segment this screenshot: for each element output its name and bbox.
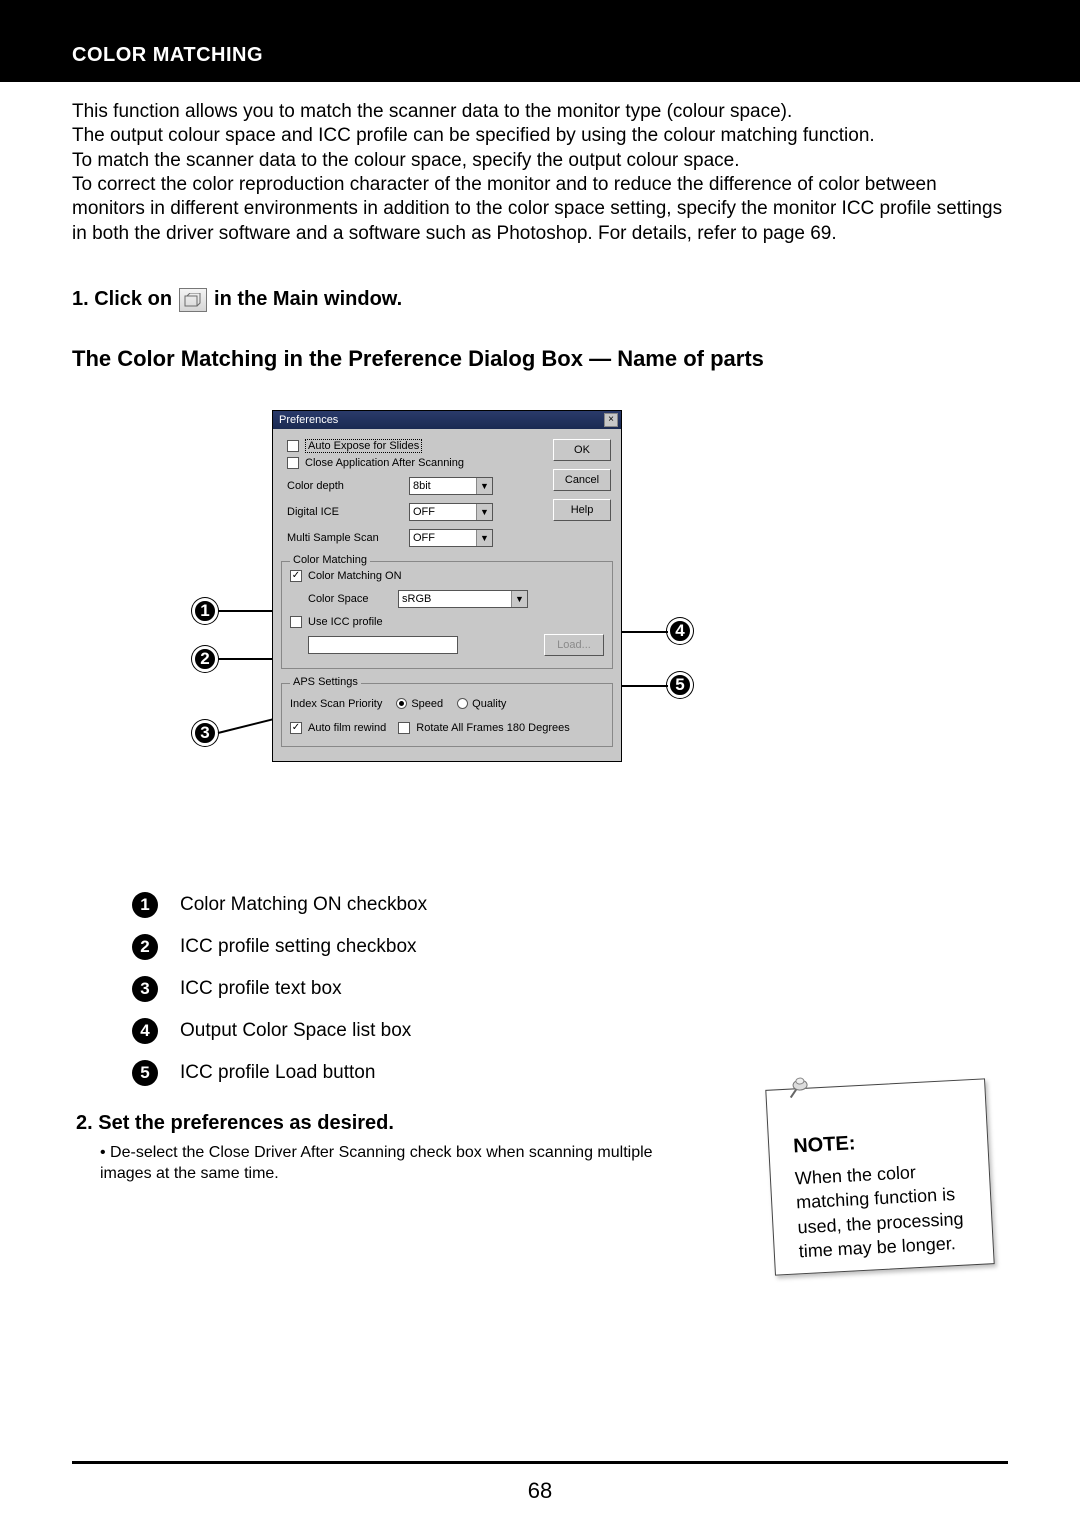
legend-text: ICC profile Load button	[180, 1062, 375, 1084]
footer-rule	[72, 1461, 1008, 1464]
color-matching-group: Color Matching ✓ Color Matching ON Color…	[281, 561, 613, 669]
legend-number: 3	[132, 976, 158, 1002]
intro-p1: This function allows you to match the sc…	[72, 100, 1010, 124]
callout-marker-1: 1	[192, 598, 218, 624]
legend-text: ICC profile text box	[180, 978, 342, 1000]
step-1: 1. Click on in the Main window.	[72, 288, 1010, 312]
quality-radio[interactable]	[457, 698, 468, 709]
chevron-down-icon: ▼	[476, 504, 492, 520]
icc-profile-textbox[interactable]	[308, 636, 458, 654]
color-space-label: Color Space	[308, 593, 388, 605]
rotate-label: Rotate All Frames 180 Degrees	[416, 722, 569, 734]
dialog-figure: 1 2 3 4 5 Preferences × OK Cancel Help	[212, 410, 692, 850]
use-icc-label: Use ICC profile	[308, 616, 383, 628]
preferences-dialog: Preferences × OK Cancel Help Auto Expose…	[272, 410, 622, 762]
intro-p3: To match the scanner data to the colour …	[72, 149, 1010, 173]
legend-item: 4 Output Color Space list box	[132, 1018, 1010, 1044]
note-title: NOTE:	[793, 1124, 968, 1160]
digital-ice-label: Digital ICE	[287, 506, 399, 518]
dialog-titlebar: Preferences ×	[273, 411, 621, 429]
color-matching-on-label: Color Matching ON	[308, 570, 402, 582]
help-button[interactable]: Help	[553, 499, 611, 521]
chevron-down-icon: ▼	[476, 478, 492, 494]
callout-marker-3: 3	[192, 720, 218, 746]
color-depth-label: Color depth	[287, 480, 399, 492]
digital-ice-value: OFF	[413, 506, 435, 518]
close-after-checkbox[interactable]	[287, 457, 299, 469]
callout-marker-4: 4	[667, 618, 693, 644]
legend-item: 5 ICC profile Load button	[132, 1060, 1010, 1086]
preferences-icon	[179, 288, 207, 312]
callout-marker-2: 2	[192, 646, 218, 672]
multi-sample-label: Multi Sample Scan	[287, 532, 399, 544]
color-space-value: sRGB	[402, 593, 431, 605]
header-band: COLOR MATCHING	[0, 0, 1080, 82]
callout-legend: 1 Color Matching ON checkbox 2 ICC profi…	[132, 892, 1010, 1086]
digital-ice-select[interactable]: OFF ▼	[409, 503, 493, 521]
intro-p4: To correct the color reproduction charac…	[72, 173, 1010, 246]
page-number: 68	[0, 1478, 1080, 1504]
step1-suffix: in the Main window.	[214, 288, 402, 311]
multi-sample-select[interactable]: OFF ▼	[409, 529, 493, 547]
chevron-down-icon: ▼	[511, 591, 527, 607]
auto-rewind-checkbox[interactable]: ✓	[290, 722, 302, 734]
auto-rewind-label: Auto film rewind	[308, 722, 386, 734]
multi-sample-value: OFF	[413, 532, 435, 544]
color-matching-on-checkbox[interactable]: ✓	[290, 570, 302, 582]
color-depth-select[interactable]: 8bit ▼	[409, 477, 493, 495]
close-after-label: Close Application After Scanning	[305, 457, 464, 469]
color-depth-value: 8bit	[413, 480, 431, 492]
auto-expose-label: Auto Expose for Slides	[305, 439, 422, 453]
legend-number: 2	[132, 934, 158, 960]
legend-text: Color Matching ON checkbox	[180, 894, 427, 916]
legend-text: ICC profile setting checkbox	[180, 936, 417, 958]
pushpin-icon	[788, 1074, 813, 1099]
index-priority-label: Index Scan Priority	[290, 698, 382, 710]
aps-settings-group: APS Settings Index Scan Priority Speed Q…	[281, 683, 613, 747]
legend-number: 5	[132, 1060, 158, 1086]
chevron-down-icon: ▼	[476, 530, 492, 546]
callout-marker-5: 5	[667, 672, 693, 698]
rotate-checkbox[interactable]	[398, 722, 410, 734]
step1-prefix: 1. Click on	[72, 288, 172, 311]
quality-label: Quality	[472, 698, 506, 710]
speed-label: Speed	[411, 698, 443, 710]
section-title: COLOR MATCHING	[72, 44, 263, 67]
note-body: When the color matching function is used…	[794, 1157, 973, 1263]
color-matching-legend: Color Matching	[290, 554, 370, 566]
page-content: This function allows you to match the sc…	[0, 82, 1080, 1184]
step2-bullet: De-select the Close Driver After Scannin…	[76, 1143, 656, 1185]
cancel-button[interactable]: Cancel	[553, 469, 611, 491]
note-card: NOTE: When the color matching function i…	[765, 1078, 994, 1275]
use-icc-checkbox[interactable]	[290, 616, 302, 628]
legend-item: 3 ICC profile text box	[132, 976, 1010, 1002]
auto-expose-checkbox[interactable]	[287, 440, 299, 452]
intro-text: This function allows you to match the sc…	[72, 100, 1010, 246]
legend-number: 1	[132, 892, 158, 918]
dialog-title: Preferences	[279, 414, 338, 426]
close-icon[interactable]: ×	[604, 413, 618, 427]
ok-button[interactable]: OK	[553, 439, 611, 461]
intro-p2: The output colour space and ICC profile …	[72, 124, 1010, 148]
parts-subheading: The Color Matching in the Preference Dia…	[72, 346, 1010, 372]
legend-item: 1 Color Matching ON checkbox	[132, 892, 1010, 918]
aps-legend: APS Settings	[290, 676, 361, 688]
load-button[interactable]: Load...	[544, 634, 604, 656]
speed-radio[interactable]	[396, 698, 407, 709]
legend-number: 4	[132, 1018, 158, 1044]
legend-text: Output Color Space list box	[180, 1020, 411, 1042]
color-space-select[interactable]: sRGB ▼	[398, 590, 528, 608]
legend-item: 2 ICC profile setting checkbox	[132, 934, 1010, 960]
